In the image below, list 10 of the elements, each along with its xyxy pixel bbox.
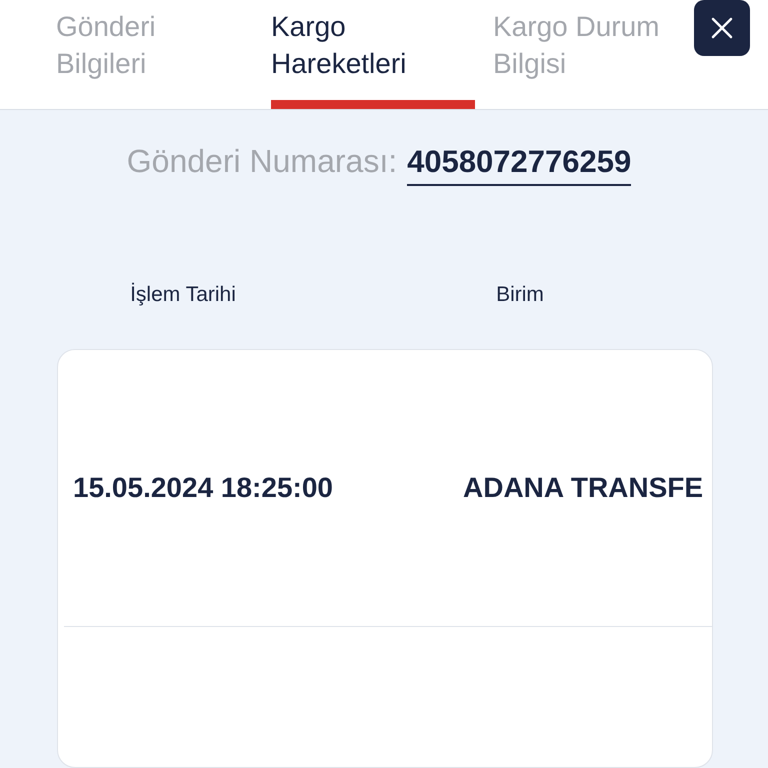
shipment-number: 4058072776259 [407, 144, 632, 186]
tab[interactable]: Kargo Durum Bilgisi [493, 0, 683, 109]
column-header: Birim [496, 283, 544, 307]
close-button[interactable] [694, 0, 750, 56]
table-cell-text: 15.05.2024 18:25:00 [72, 472, 334, 504]
shipment-number-label: Gönderi Numarası: [126, 143, 398, 180]
table-cell-text: ADANA TRANSFE [462, 472, 704, 504]
tab[interactable]: Kargo Hareketleri [271, 0, 475, 109]
column-header: İşlem Tarihi [130, 283, 236, 307]
tab[interactable]: Gönderi Bilgileri [56, 0, 246, 109]
